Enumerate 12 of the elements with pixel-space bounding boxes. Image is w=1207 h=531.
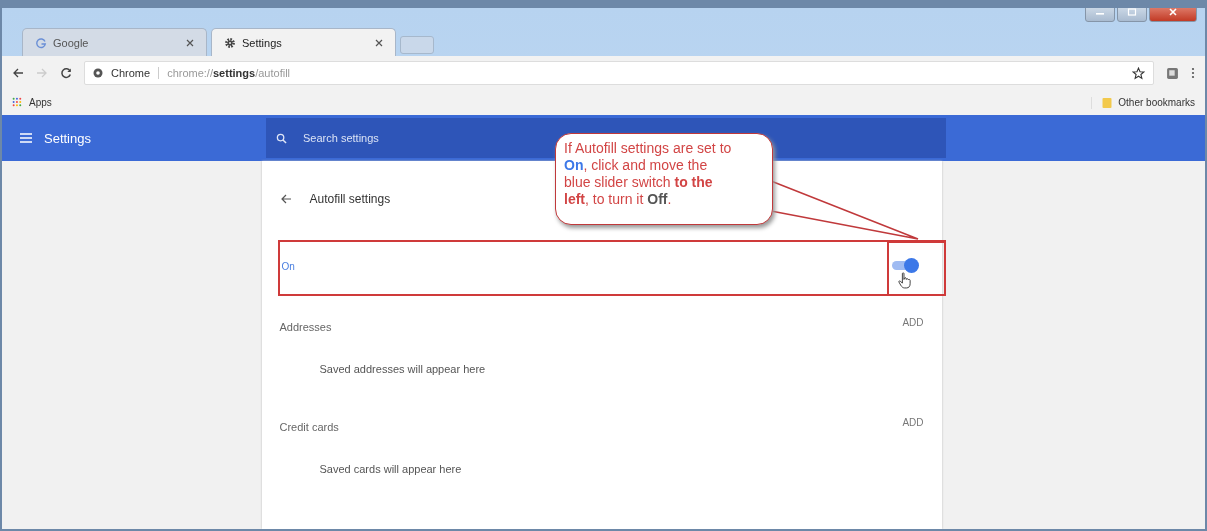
site-label: Chrome — [111, 67, 160, 79]
section-label: Credit cards — [279, 421, 339, 433]
section-label: Addresses — [279, 321, 332, 333]
callout-text: If Autofill settings are set to On, click and move the blue slider switch to the left, to turn it Off. — [564, 140, 733, 208]
empty-state-text: Saved cards will appear here — [318, 462, 463, 477]
page-heading: Settings — [44, 130, 91, 146]
section-title: Autofill settings — [309, 192, 391, 206]
url-text: chrome://settings/autofill — [167, 67, 292, 79]
empty-state-text: Saved addresses will appear here — [318, 362, 487, 377]
tab-title: Google — [53, 36, 90, 49]
tab-title: Settings — [242, 36, 283, 49]
toggle-label: On — [281, 260, 295, 272]
